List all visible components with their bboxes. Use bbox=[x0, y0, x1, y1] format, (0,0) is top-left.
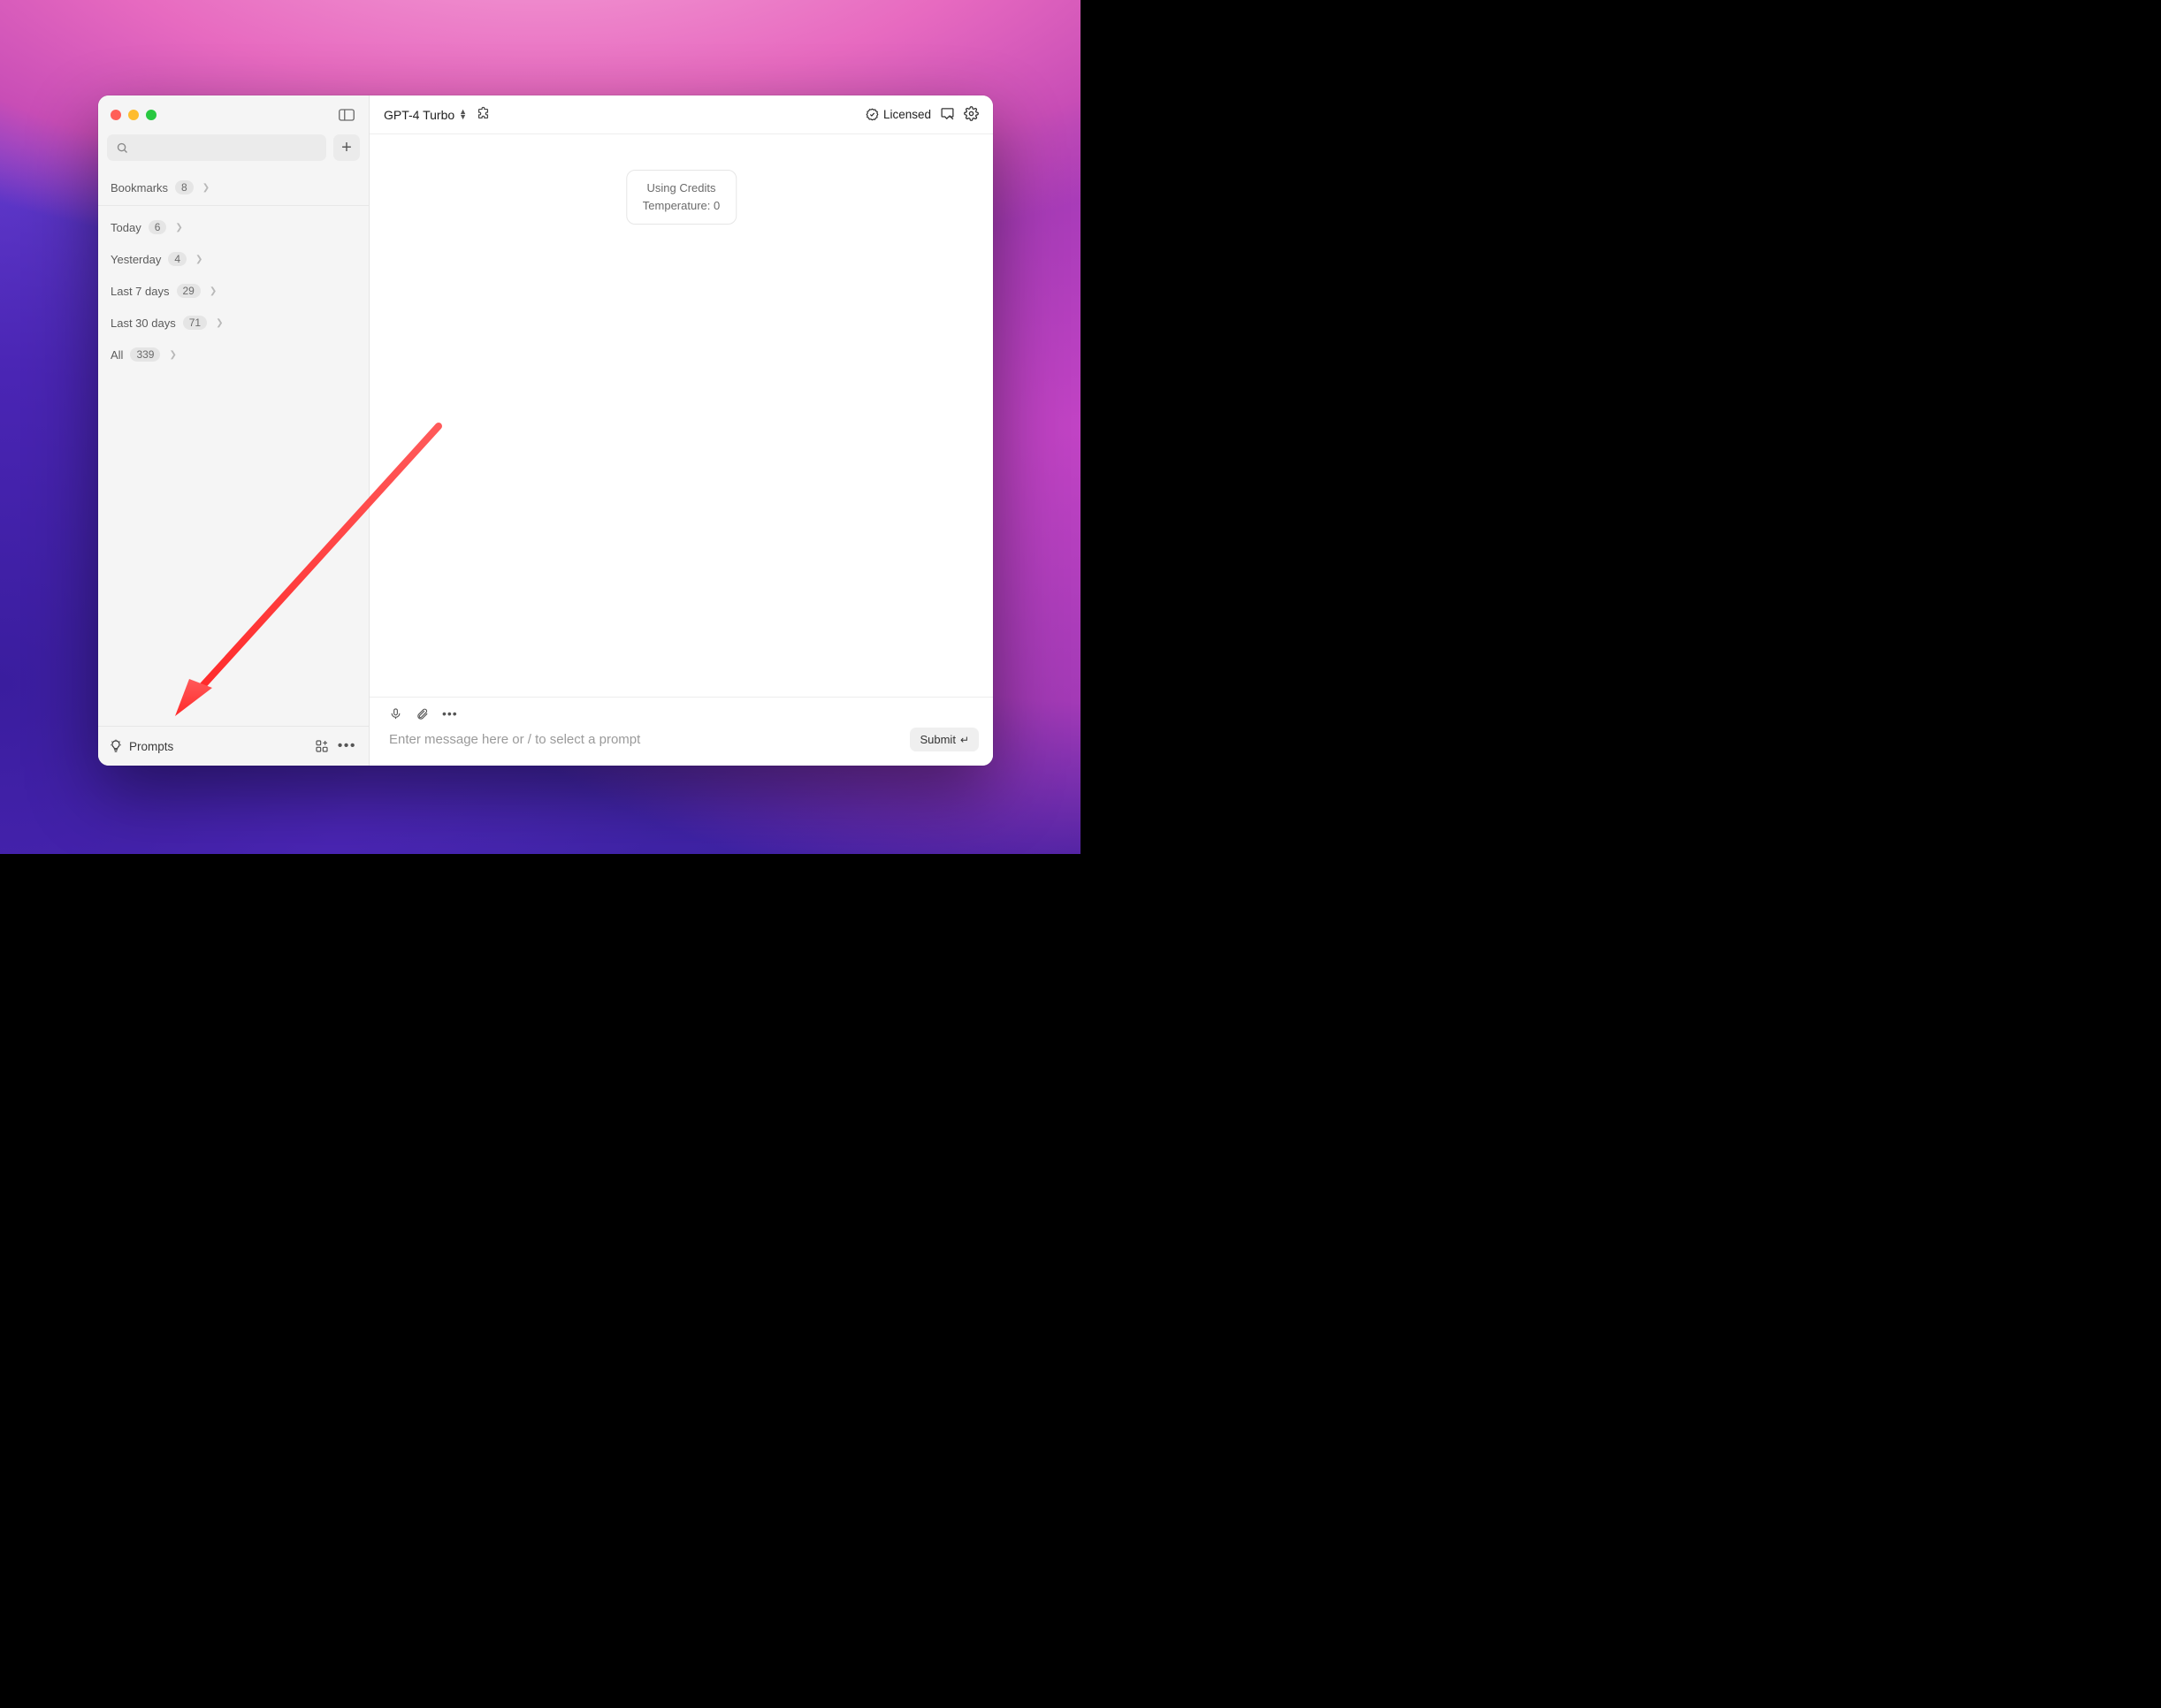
sidebar-item-all[interactable]: All 339 ❯ bbox=[98, 339, 369, 370]
fullscreen-window-button[interactable] bbox=[146, 110, 157, 120]
ellipsis-icon: ••• bbox=[442, 706, 458, 721]
enter-key-icon: ↵ bbox=[960, 734, 969, 746]
app-window: + Bookmarks 8 ❯ Today 6 ❯ Yesterday 4 ❯ … bbox=[98, 95, 993, 766]
chevron-right-icon: ❯ bbox=[210, 286, 217, 296]
sidebar-item-label: Yesterday bbox=[111, 253, 161, 266]
sidebar-item-bookmarks[interactable]: Bookmarks 8 ❯ bbox=[98, 170, 369, 206]
close-window-button[interactable] bbox=[111, 110, 121, 120]
lightbulb-icon bbox=[109, 739, 123, 753]
microphone-icon bbox=[389, 707, 402, 721]
composer-toolbar: ••• bbox=[370, 698, 993, 721]
chat-settings-button[interactable] bbox=[940, 106, 955, 124]
sidebar-item-label: Last 30 days bbox=[111, 316, 176, 330]
sidebar-item-label: Bookmarks bbox=[111, 181, 168, 194]
sidebar-item-label: All bbox=[111, 348, 123, 362]
chevron-right-icon: ❯ bbox=[195, 255, 202, 264]
attach-button[interactable] bbox=[416, 707, 429, 721]
verified-badge-icon bbox=[866, 108, 879, 121]
chevron-right-icon: ❯ bbox=[175, 223, 182, 233]
sidebar-item-today[interactable]: Today 6 ❯ bbox=[98, 211, 369, 243]
sidebar-item-last7[interactable]: Last 7 days 29 ❯ bbox=[98, 275, 369, 307]
license-label: Licensed bbox=[883, 108, 931, 121]
plus-icon: + bbox=[341, 139, 352, 156]
window-titlebar bbox=[98, 95, 369, 134]
grid-add-icon bbox=[315, 739, 329, 753]
gear-icon bbox=[964, 106, 979, 121]
composer-more-button[interactable]: ••• bbox=[442, 706, 458, 721]
chevron-right-icon: ❯ bbox=[202, 183, 210, 193]
count-badge: 29 bbox=[177, 284, 201, 298]
sidebar-item-last30[interactable]: Last 30 days 71 ❯ bbox=[98, 307, 369, 339]
chat-area: Using Credits Temperature: 0 bbox=[370, 134, 993, 697]
voice-input-button[interactable] bbox=[389, 707, 402, 721]
sidebar-icon bbox=[339, 109, 355, 121]
sidebar-item-label: Today bbox=[111, 221, 141, 234]
settings-button[interactable] bbox=[964, 106, 979, 124]
search-row: + bbox=[98, 134, 369, 170]
minimize-window-button[interactable] bbox=[128, 110, 139, 120]
prompts-button[interactable]: Prompts bbox=[109, 739, 173, 753]
count-badge: 6 bbox=[149, 220, 167, 234]
info-pill: Using Credits Temperature: 0 bbox=[626, 170, 737, 225]
sidebar-footer: Prompts ••• bbox=[98, 726, 369, 766]
license-status[interactable]: Licensed bbox=[866, 108, 931, 121]
updown-icon: ▲▼ bbox=[459, 110, 467, 120]
model-selector[interactable]: GPT-4 Turbo ▲▼ bbox=[384, 108, 467, 122]
count-badge: 71 bbox=[183, 316, 207, 330]
chevron-right-icon: ❯ bbox=[216, 318, 223, 328]
sidebar-toggle-button[interactable] bbox=[337, 107, 356, 123]
model-name: GPT-4 Turbo bbox=[384, 108, 454, 122]
prompts-label: Prompts bbox=[129, 740, 173, 753]
count-badge: 339 bbox=[130, 347, 160, 362]
sidebar-item-label: Last 7 days bbox=[111, 285, 170, 298]
apps-grid-button[interactable] bbox=[314, 738, 330, 754]
topbar: GPT-4 Turbo ▲▼ Licensed bbox=[370, 95, 993, 134]
sidebar: + Bookmarks 8 ❯ Today 6 ❯ Yesterday 4 ❯ … bbox=[98, 95, 370, 766]
new-chat-button[interactable]: + bbox=[333, 134, 360, 161]
count-badge: 4 bbox=[168, 252, 187, 266]
submit-button[interactable]: Submit ↵ bbox=[910, 728, 979, 751]
sidebar-item-yesterday[interactable]: Yesterday 4 ❯ bbox=[98, 243, 369, 275]
paperclip-icon bbox=[416, 707, 429, 721]
composer-row: Enter message here or / to select a prom… bbox=[370, 721, 993, 766]
count-badge: 8 bbox=[175, 180, 194, 194]
puzzle-icon bbox=[476, 106, 491, 121]
traffic-lights bbox=[111, 110, 157, 120]
chevron-right-icon: ❯ bbox=[169, 350, 176, 360]
message-input[interactable]: Enter message here or / to select a prom… bbox=[389, 728, 901, 751]
main-panel: GPT-4 Turbo ▲▼ Licensed bbox=[370, 95, 993, 766]
sidebar-filters: Today 6 ❯ Yesterday 4 ❯ Last 7 days 29 ❯… bbox=[98, 206, 369, 370]
info-line: Using Credits bbox=[643, 179, 720, 197]
ellipsis-icon: ••• bbox=[338, 738, 356, 753]
more-button[interactable]: ••• bbox=[336, 739, 358, 753]
submit-label: Submit bbox=[920, 733, 955, 746]
search-icon bbox=[116, 141, 129, 155]
composer: ••• Enter message here or / to select a … bbox=[370, 697, 993, 766]
chat-bubble-icon bbox=[940, 106, 955, 121]
plugins-button[interactable] bbox=[476, 106, 491, 124]
info-line: Temperature: 0 bbox=[643, 197, 720, 215]
search-input[interactable] bbox=[107, 134, 326, 161]
